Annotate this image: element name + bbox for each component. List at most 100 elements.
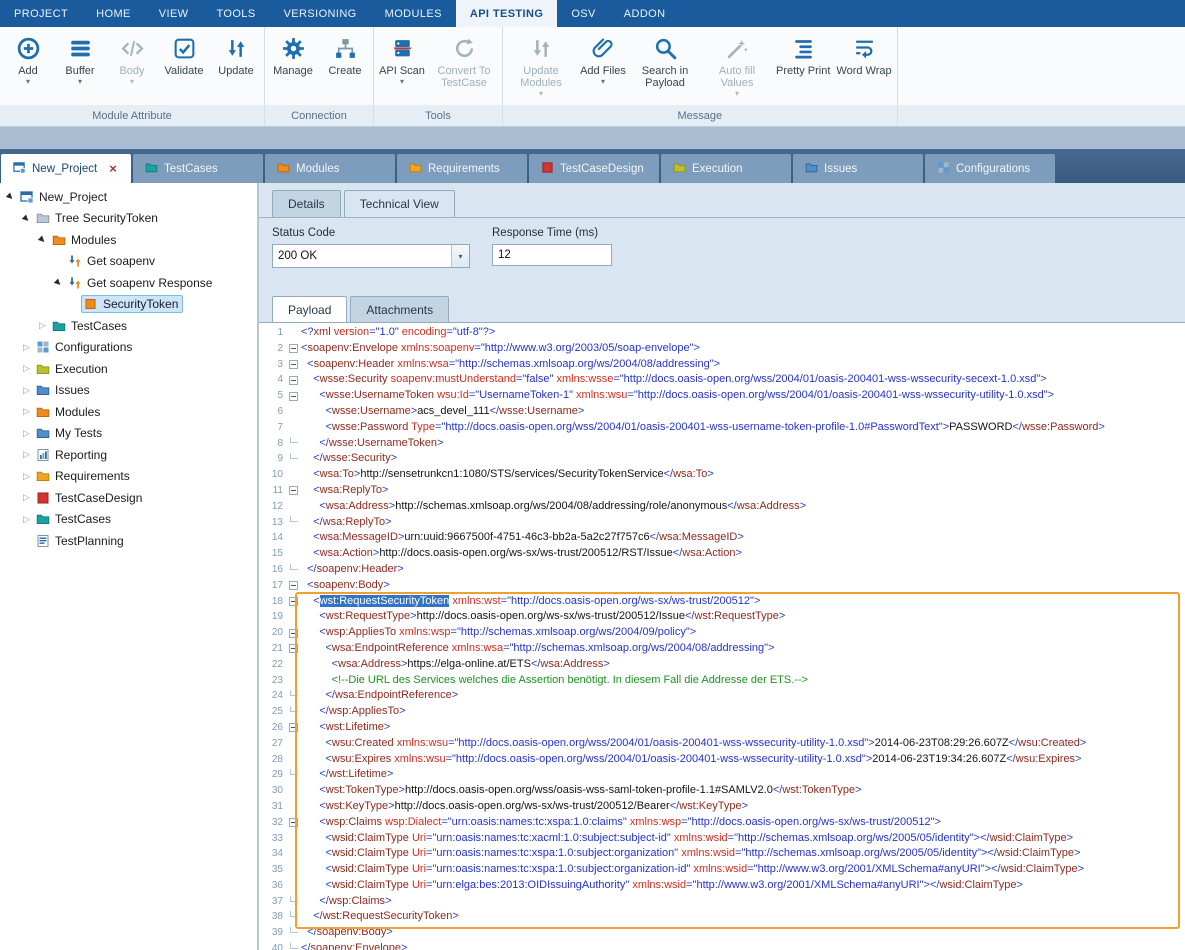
expand-arrow-icon[interactable]: ▷ [20, 514, 33, 525]
tab-payload[interactable]: Payload [272, 296, 347, 322]
expand-arrow-icon[interactable]: ▷ [20, 406, 33, 417]
menu-tab-project[interactable]: PROJECT [0, 0, 82, 27]
fold-collapse-icon[interactable] [289, 644, 298, 653]
tree-item-modules[interactable]: ▷Modules [0, 401, 257, 423]
dropdown-arrow-icon[interactable]: ▾ [539, 90, 543, 98]
issues-icon [36, 383, 50, 397]
ribbon-button-update[interactable]: Update [210, 32, 262, 77]
fold-collapse-icon[interactable] [289, 818, 298, 827]
response-time-input[interactable] [492, 244, 612, 266]
fold-collapse-icon[interactable] [289, 392, 298, 401]
document-tab-testcasedesign[interactable]: TestCaseDesign [529, 154, 659, 183]
document-tab-new-project[interactable]: New_Project× [1, 154, 131, 183]
collapse-arrow-icon[interactable]: ▶ [51, 275, 67, 291]
menu-tab-tools[interactable]: TOOLS [202, 0, 269, 27]
ribbon-button-word-wrap[interactable]: Word Wrap [833, 32, 894, 77]
fold-collapse-icon[interactable] [289, 360, 298, 369]
ribbon-button-add[interactable]: Add▾ [2, 32, 54, 86]
tree-item-get-soapenv[interactable]: Get soapenv [0, 251, 257, 273]
ribbon-button-convert-to-testcase[interactable]: Convert To TestCase [428, 32, 500, 89]
ribbon-button-body[interactable]: Body▾ [106, 32, 158, 86]
tab-attachments[interactable]: Attachments [350, 296, 449, 322]
dropdown-arrow-icon[interactable]: ▾ [400, 78, 404, 86]
tree-item-testcasedesign[interactable]: ▷TestCaseDesign [0, 487, 257, 509]
dropdown-arrow-icon[interactable]: ▾ [735, 90, 739, 98]
tree-item-tree-securitytoken[interactable]: ▶Tree SecurityToken [0, 208, 257, 230]
expand-arrow-icon[interactable]: ▷ [20, 449, 33, 460]
expand-arrow-icon[interactable]: ▷ [20, 385, 33, 396]
ribbon-button-search-in-payload[interactable]: Search in Payload [629, 32, 701, 89]
line-number: 33 [259, 831, 286, 847]
ribbon-button-update-modules[interactable]: Update Modules▾ [505, 32, 577, 98]
menu-tab-view[interactable]: VIEW [145, 0, 203, 27]
tree-item-my-tests[interactable]: ▷My Tests [0, 423, 257, 445]
tree-item-modules[interactable]: ▶Modules [0, 229, 257, 251]
collapse-arrow-icon[interactable]: ▶ [35, 232, 51, 248]
tree-item-testplanning[interactable]: TestPlanning [0, 530, 257, 552]
expand-arrow-icon[interactable]: ▷ [36, 320, 49, 331]
document-tab-modules[interactable]: Modules [265, 154, 395, 183]
ribbon-button-api-scan[interactable]: API Scan▾ [376, 32, 428, 86]
tree-item-securitytoken[interactable]: SecurityToken [0, 294, 257, 316]
fold-collapse-icon[interactable] [289, 581, 298, 590]
document-tab-testcases[interactable]: TestCases [133, 154, 263, 183]
status-code-select[interactable]: 200 OK ▾ [272, 244, 470, 268]
ribbon-button-manage[interactable]: Manage [267, 32, 319, 77]
expand-arrow-icon[interactable]: ▷ [20, 363, 33, 374]
tree-item-new-project[interactable]: ▶New_Project [0, 186, 257, 208]
menu-tab-home[interactable]: HOME [82, 0, 145, 27]
menu-tab-modules[interactable]: MODULES [371, 0, 456, 27]
collapse-arrow-icon[interactable]: ▶ [19, 210, 35, 226]
code-line: 30 <wst:TokenType>http://docs.oasis-open… [259, 783, 1185, 799]
ribbon-button-auto-fill-values[interactable]: Auto fill Values▾ [701, 32, 773, 98]
expand-arrow-icon[interactable]: ▷ [20, 342, 33, 353]
menu-tab-api-testing[interactable]: API TESTING [456, 0, 557, 27]
fold-collapse-icon[interactable] [289, 486, 298, 495]
ribbon-button-validate[interactable]: Validate [158, 32, 210, 77]
fold-collapse-icon[interactable] [289, 723, 298, 732]
tab-details[interactable]: Details [272, 190, 341, 217]
expand-arrow-icon[interactable]: ▷ [20, 428, 33, 439]
fold-collapse-icon[interactable] [289, 597, 298, 606]
line-number: 21 [259, 641, 286, 657]
expand-arrow-icon[interactable]: ▷ [20, 492, 33, 503]
ribbon-button-add-files[interactable]: Add Files▾ [577, 32, 629, 86]
code-text: <wsa:MessageID>urn:uuid:9667500f-4751-46… [301, 530, 1185, 546]
line-number: 10 [259, 467, 286, 483]
document-tab-issues[interactable]: Issues [793, 154, 923, 183]
chevron-down-icon[interactable]: ▾ [451, 245, 469, 267]
tree-item-testcases[interactable]: ▷TestCases [0, 509, 257, 531]
dropdown-arrow-icon[interactable]: ▾ [130, 78, 134, 86]
ribbon-button-buffer[interactable]: Buffer▾ [54, 32, 106, 86]
tree-item-testcases[interactable]: ▷TestCases [0, 315, 257, 337]
tree-item-issues[interactable]: ▷Issues [0, 380, 257, 402]
tree-item-get-soapenv-response[interactable]: ▶Get soapenv Response [0, 272, 257, 294]
tree-item-execution[interactable]: ▷Execution [0, 358, 257, 380]
menu-tab-osv[interactable]: OSV [557, 0, 609, 27]
fold-end-mark [290, 690, 298, 696]
close-icon[interactable]: × [109, 164, 117, 174]
dropdown-arrow-icon[interactable]: ▾ [26, 78, 30, 86]
collapse-arrow-icon[interactable]: ▶ [3, 189, 19, 205]
fold-collapse-icon[interactable] [289, 629, 298, 638]
code-line: 9 </wsse:Security> [259, 451, 1185, 467]
dropdown-arrow-icon[interactable]: ▾ [78, 78, 82, 86]
ribbon-button-create[interactable]: Create [319, 32, 371, 77]
tree-item-reporting[interactable]: ▷Reporting [0, 444, 257, 466]
ribbon-group-connection: ManageCreateConnection [265, 27, 374, 126]
ribbon-button-pretty-print[interactable]: Pretty Print [773, 32, 833, 77]
tree-item-requirements[interactable]: ▷Requirements [0, 466, 257, 488]
document-tab-execution[interactable]: Execution [661, 154, 791, 183]
menu-tab-versioning[interactable]: VERSIONING [270, 0, 371, 27]
fold-collapse-icon[interactable] [289, 376, 298, 385]
document-tab-requirements[interactable]: Requirements [397, 154, 527, 183]
fold-collapse-icon[interactable] [289, 344, 298, 353]
tree-item-configurations[interactable]: ▷Configurations [0, 337, 257, 359]
expand-arrow-icon[interactable]: ▷ [20, 471, 33, 482]
menu-tab-addon[interactable]: ADDON [610, 0, 680, 27]
line-number: 6 [259, 404, 286, 420]
document-tab-configurations[interactable]: Configurations [925, 154, 1055, 183]
code-editor[interactable]: 1<?xml version="1.0" encoding="utf-8"?>2… [259, 322, 1185, 950]
dropdown-arrow-icon[interactable]: ▾ [601, 78, 605, 86]
tab-technical-view[interactable]: Technical View [344, 190, 455, 217]
